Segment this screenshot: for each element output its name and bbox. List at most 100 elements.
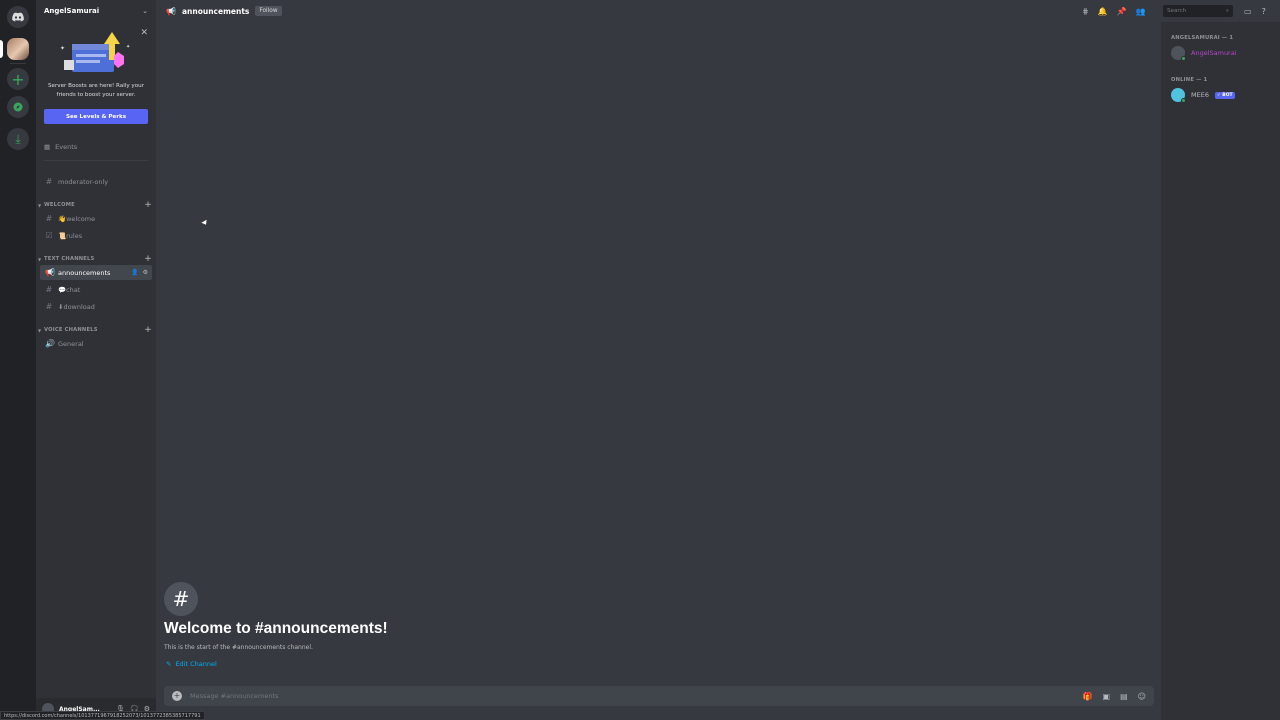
invite-icon[interactable]: 👤: [131, 269, 138, 276]
category-text-channels[interactable]: ▼ TEXT CHANNELS +: [38, 254, 152, 264]
member-mee6[interactable]: MEE6 ✓ BOT: [1171, 88, 1235, 103]
upload-plus-icon[interactable]: +: [172, 691, 182, 701]
add-server-icon[interactable]: +: [7, 68, 29, 90]
message-composer: + 🎁 ▣ ▤ ☺: [164, 686, 1154, 706]
discord-app: + ⤓ AngelSamurai ⌄ ✕ ✦ ✦ Server Boosts a…: [0, 0, 1280, 720]
member-group-online: ONLINE — 1: [1171, 77, 1208, 83]
bot-badge: ✓ BOT: [1214, 91, 1235, 99]
category-welcome[interactable]: ▼ WELCOME +: [38, 200, 152, 210]
member-group-owner: ANGELSAMURAI — 1: [1171, 35, 1234, 41]
rail-separator: [10, 63, 26, 64]
online-status-icon: [1181, 56, 1186, 61]
gif-icon[interactable]: ▣: [1103, 692, 1111, 701]
category-label: TEXT CHANNELS: [44, 256, 95, 262]
explore-servers-icon[interactable]: [7, 96, 29, 118]
gift-icon[interactable]: 🎁: [1083, 692, 1093, 701]
category-label: VOICE CHANNELS: [44, 327, 98, 333]
search-icon: ⌕: [1225, 7, 1229, 14]
inbox-icon[interactable]: ▭: [1244, 7, 1252, 16]
link-status-bar: https://discord.com/channels/10137719679…: [0, 711, 205, 720]
channel-title: announcements: [181, 6, 250, 16]
hash-icon: #: [45, 214, 53, 223]
header-toolbar: ⋕ 🔔 📌 👥: [1082, 0, 1146, 22]
edit-channel-label: Edit Channel: [175, 660, 217, 668]
sticker-icon[interactable]: ▤: [1120, 692, 1128, 701]
rules-checkbox-icon: ☑: [45, 231, 53, 240]
composer-actions: 🎁 ▣ ▤ ☺: [1083, 692, 1146, 701]
follow-button[interactable]: Follow: [255, 6, 282, 16]
server-header[interactable]: AngelSamurai ⌄: [36, 0, 156, 22]
speaker-icon: 🔊: [45, 339, 55, 348]
megaphone-icon: 📢: [45, 268, 55, 277]
search-placeholder: Search: [1167, 8, 1187, 14]
search-input[interactable]: Search ⌕: [1163, 5, 1233, 17]
channel-label: ⬇download: [58, 302, 95, 311]
member-name: AngelSamurai: [1191, 49, 1237, 57]
server-boost-card: ✕ ✦ ✦ Server Boosts are here! Rally your…: [36, 22, 156, 134]
create-channel-icon[interactable]: +: [144, 325, 152, 335]
channel-hash-icon: #: [164, 582, 198, 616]
channel-label: moderator-only: [58, 177, 109, 186]
edit-channel-link[interactable]: ✎ Edit Channel: [166, 660, 217, 668]
channel-welcome[interactable]: # 👋welcome: [40, 211, 152, 226]
member-list-icon[interactable]: 👥: [1136, 7, 1146, 16]
events-label: Events: [55, 143, 78, 151]
emoji-icon[interactable]: ☺: [1138, 692, 1146, 701]
avatar: [1171, 88, 1186, 103]
megaphone-icon: 📢: [166, 6, 176, 16]
hash-icon: #: [45, 177, 53, 186]
header-right-icons: ▭ ?: [1244, 0, 1266, 22]
channel-moderator-only[interactable]: # moderator-only: [40, 174, 152, 189]
channel-label: 📜rules: [58, 231, 83, 240]
message-input[interactable]: [190, 692, 790, 700]
category-label: WELCOME: [44, 202, 75, 208]
svg-text:✦: ✦: [126, 44, 130, 50]
boost-description: Server Boosts are here! Rally your frien…: [47, 83, 145, 98]
channel-general-voice[interactable]: 🔊 General: [40, 336, 152, 351]
chat-area: 📢 announcements Follow ⋕ 🔔 📌 👥 Search ⌕ …: [156, 0, 1266, 720]
events-item[interactable]: ▦ Events: [44, 143, 77, 151]
pin-icon[interactable]: 📌: [1117, 7, 1127, 16]
channel-header: 📢 announcements Follow ⋕ 🔔 📌 👥 Search ⌕ …: [156, 0, 1280, 22]
member-list: ANGELSAMURAI — 1 AngelSamurai ONLINE — 1…: [1161, 22, 1280, 720]
help-icon[interactable]: ?: [1262, 7, 1266, 16]
svg-text:✦: ✦: [60, 45, 65, 52]
channel-announcements[interactable]: 📢 announcements 👤 ⚙: [40, 265, 152, 280]
channel-chat[interactable]: # 💬chat: [40, 282, 152, 297]
channel-label: 💬chat: [58, 285, 81, 294]
category-voice-channels[interactable]: ▼ VOICE CHANNELS +: [38, 325, 152, 335]
member-angelsamurai[interactable]: AngelSamurai: [1171, 46, 1237, 61]
threads-icon[interactable]: ⋕: [1082, 7, 1089, 16]
channel-sidebar: AngelSamurai ⌄ ✕ ✦ ✦ Server Boosts are h…: [36, 0, 156, 720]
pencil-icon: ✎: [166, 660, 172, 668]
welcome-subtitle: This is the start of the #announcements …: [164, 644, 313, 651]
online-status-icon: [1181, 98, 1186, 103]
member-name: MEE6: [1191, 91, 1209, 99]
server-rail: + ⤓: [0, 0, 36, 720]
calendar-icon: ▦: [44, 143, 51, 151]
sidebar-divider: [44, 160, 148, 161]
create-channel-icon[interactable]: +: [144, 254, 152, 264]
channel-rules[interactable]: ☑ 📜rules: [40, 228, 152, 243]
chevron-down-icon: ⌄: [142, 7, 148, 15]
see-levels-perks-button[interactable]: See Levels & Perks: [44, 109, 148, 124]
gear-icon[interactable]: ⚙: [143, 269, 148, 276]
channel-actions: 👤 ⚙: [131, 269, 148, 276]
selected-server-pill: [0, 40, 3, 58]
avatar: [1171, 46, 1186, 61]
bell-icon[interactable]: 🔔: [1098, 7, 1108, 16]
download-apps-icon[interactable]: ⤓: [7, 128, 29, 150]
server-name: AngelSamurai: [44, 7, 100, 15]
channel-label: General: [58, 339, 84, 348]
close-icon[interactable]: ✕: [140, 28, 148, 38]
hash-icon: #: [45, 302, 53, 311]
channel-label: 👋welcome: [58, 214, 96, 223]
channel-label: announcements: [58, 268, 111, 277]
channel-download[interactable]: # ⬇download: [40, 299, 152, 314]
create-channel-icon[interactable]: +: [144, 200, 152, 210]
server-icon-angelsamurai[interactable]: [7, 38, 29, 60]
welcome-title: Welcome to #announcements!: [164, 620, 388, 637]
hash-icon: #: [45, 285, 53, 294]
boost-illustration: ✦ ✦: [60, 32, 130, 72]
discord-home-icon[interactable]: [7, 6, 29, 28]
